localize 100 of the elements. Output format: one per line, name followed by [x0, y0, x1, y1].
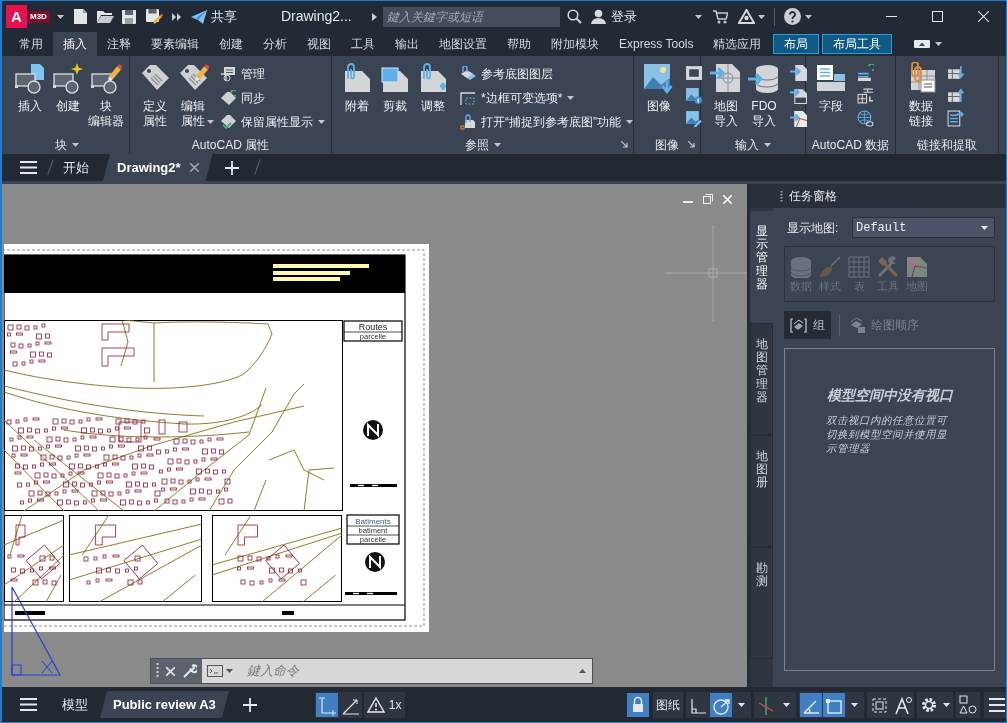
- side-tab[interactable]: 显示管理器: [750, 211, 773, 323]
- ribbon-button[interactable]: FDO 导入: [745, 62, 783, 135]
- arrow-map-page-icon[interactable]: [790, 110, 807, 127]
- panel-menu-button[interactable]: 参照: [464, 135, 501, 154]
- menu-icon[interactable]: [20, 161, 37, 174]
- save-as-icon[interactable]: [144, 8, 163, 25]
- layout-tab[interactable]: 模型: [54, 691, 96, 718]
- document-tab[interactable]: 开始: [55, 154, 97, 181]
- ribbon-tab[interactable]: 分析: [253, 32, 297, 56]
- ribbon-tab[interactable]: 精选应用: [703, 32, 772, 56]
- ribbon-button[interactable]: 调整: [414, 62, 452, 135]
- ribbon-tab[interactable]: 输出: [385, 32, 429, 56]
- app-logo[interactable]: A M3D: [6, 4, 50, 29]
- settings-icon[interactable]: [919, 695, 938, 714]
- workspace-shapes-icon[interactable]: [955, 691, 980, 718]
- maximize-icon[interactable]: [931, 11, 943, 22]
- open-folder-icon[interactable]: [95, 9, 114, 24]
- lock-icon[interactable]: [626, 692, 649, 717]
- ribbon-button[interactable]: 定义 属性: [136, 62, 174, 135]
- document-tab[interactable]: Drawing2*: [103, 154, 213, 181]
- ribbon-small-button[interactable]: 同步: [220, 88, 325, 107]
- table-download-icon[interactable]: [947, 64, 964, 81]
- ribbon-button[interactable]: 剪裁: [376, 62, 414, 135]
- save-icon[interactable]: [120, 8, 137, 25]
- caret-icon[interactable]: [935, 42, 943, 46]
- double-chevron-icon[interactable]: [171, 12, 181, 21]
- ribbon-collapse-icon[interactable]: [914, 40, 931, 48]
- ribbon-tab[interactable]: 地图设置: [429, 32, 497, 56]
- panel-menu-button[interactable]: 输入: [735, 135, 771, 154]
- grip-icon[interactable]: [780, 190, 783, 202]
- panel-menu-button[interactable]: 块: [55, 135, 79, 154]
- picture-info-icon[interactable]: [685, 87, 702, 104]
- table-upload-icon[interactable]: [947, 87, 964, 104]
- table-link-icon[interactable]: [857, 87, 874, 104]
- caret-icon[interactable]: [850, 702, 858, 707]
- ribbon-button[interactable]: 插入: [11, 62, 49, 135]
- ribbon-tab[interactable]: 工具: [341, 32, 385, 56]
- caret-icon[interactable]: [804, 14, 812, 19]
- ribbon-button[interactable]: 编辑 属性: [174, 62, 212, 135]
- ribbon-small-button[interactable]: 管理: [220, 64, 325, 83]
- plus-icon[interactable]: [224, 161, 239, 175]
- sign-in-button[interactable]: 登录: [590, 9, 637, 24]
- frame-icon[interactable]: [685, 64, 702, 81]
- search-icon[interactable]: [566, 9, 582, 24]
- ribbon-button[interactable]: 图像: [640, 62, 678, 135]
- ribbon-button[interactable]: 块 编辑器: [87, 62, 125, 135]
- ribbon-button[interactable]: 附着: [338, 62, 376, 135]
- right-arrow-icon[interactable]: [371, 12, 377, 21]
- menu-icon[interactable]: [983, 691, 1006, 718]
- wrench-icon[interactable]: [182, 663, 197, 679]
- ribbon-button[interactable]: 数据 链接: [902, 62, 940, 135]
- ribbon-small-button[interactable]: 打开“捕捉到参考底图”功能: [460, 112, 633, 131]
- caret-icon[interactable]: [782, 702, 790, 707]
- restore-icon[interactable]: [703, 194, 713, 204]
- arrow-grid-page-icon[interactable]: [790, 87, 807, 104]
- ribbon-tab[interactable]: 布局工具: [822, 34, 892, 54]
- grip-icon[interactable]: [156, 663, 159, 679]
- side-tab[interactable]: 勘测: [750, 547, 773, 659]
- rectangle-select-icon[interactable]: [822, 692, 845, 717]
- cart-icon[interactable]: [712, 9, 728, 24]
- caret-icon[interactable]: [694, 14, 702, 19]
- caret-icon[interactable]: [942, 702, 950, 707]
- triangle-nodes-icon[interactable]: [737, 9, 755, 24]
- ribbon-small-button[interactable]: *边框可变选项*: [460, 88, 633, 107]
- caret-icon[interactable]: [56, 14, 64, 19]
- recent-commands-button[interactable]: [202, 659, 235, 683]
- map-select[interactable]: Default: [852, 217, 995, 238]
- group-button[interactable]: 组: [784, 311, 831, 339]
- ribbon-tab[interactable]: 视图: [297, 32, 341, 56]
- layout-tab[interactable]: Public review A3: [100, 691, 229, 718]
- ribbon-tab[interactable]: 要素编辑: [141, 32, 209, 56]
- table-export-icon[interactable]: [947, 110, 964, 127]
- paper-space-button[interactable]: 图纸: [652, 691, 683, 718]
- command-history-button[interactable]: [573, 659, 592, 683]
- side-tab[interactable]: 地图管理器: [750, 323, 773, 435]
- arrow-page-icon[interactable]: [790, 64, 807, 81]
- ribbon-button[interactable]: 字段: [812, 62, 850, 135]
- command-input-field[interactable]: 鍵入命令: [235, 659, 573, 683]
- picture-wrench-icon[interactable]: [685, 110, 702, 127]
- ribbon-button[interactable]: 创建: [49, 62, 87, 135]
- ribbon-small-button[interactable]: 参考底图图层: [460, 64, 633, 83]
- minimize-icon[interactable]: [885, 16, 897, 17]
- globe-link-icon[interactable]: [857, 110, 874, 127]
- launcher-arrow-icon[interactable]: [621, 141, 628, 148]
- help-icon[interactable]: [783, 8, 801, 25]
- ribbon-tab[interactable]: 注释: [97, 32, 141, 56]
- launcher-arrow-icon[interactable]: [688, 141, 695, 148]
- annotation-scale-button[interactable]: 1x: [363, 691, 405, 718]
- ribbon-tab[interactable]: 布局: [773, 34, 819, 54]
- ribbon-button[interactable]: 地图 导入: [707, 62, 745, 135]
- new-file-icon[interactable]: [72, 8, 88, 25]
- angle-icon[interactable]: [799, 692, 822, 717]
- polar-tracking-icon[interactable]: [709, 692, 732, 717]
- corner-ticks-icon[interactable]: [315, 692, 338, 717]
- caret-icon[interactable]: [757, 14, 765, 19]
- share-button[interactable]: 共享: [190, 9, 237, 24]
- ribbon-tab[interactable]: 常用: [9, 32, 53, 56]
- plus-icon[interactable]: [242, 697, 257, 712]
- ribbon-small-button[interactable]: 保留属性显示: [220, 112, 325, 131]
- text-refresh-icon[interactable]: [857, 64, 874, 81]
